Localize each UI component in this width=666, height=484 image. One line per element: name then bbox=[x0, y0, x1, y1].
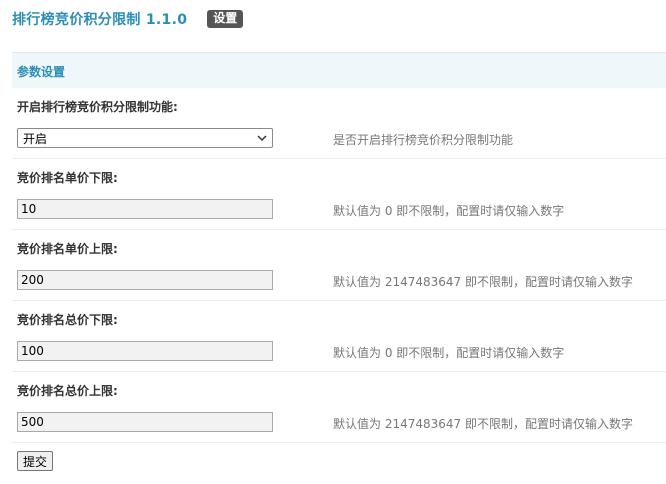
chevron-down-icon bbox=[257, 135, 267, 142]
unit-price-min-hint: 默认值为 0 即不限制，配置时请仅输入数字 bbox=[333, 204, 565, 218]
unit-price-max-label: 竞价排名单价上限: bbox=[17, 242, 118, 256]
unit-price-max-hint: 默认值为 2147483647 即不限制，配置时请仅输入数字 bbox=[333, 275, 633, 289]
enable-limit-select[interactable]: 开启 bbox=[17, 128, 273, 148]
row-divider bbox=[12, 158, 666, 159]
total-price-min-hint: 默认值为 0 即不限制，配置时请仅输入数字 bbox=[333, 346, 565, 360]
unit-price-max-input[interactable]: 200 bbox=[17, 270, 273, 290]
row-divider bbox=[12, 229, 666, 230]
page-header: 排行榜竞价积分限制 1.1.0 设置 bbox=[12, 8, 244, 30]
row-divider bbox=[12, 371, 666, 372]
unit-price-min-input[interactable]: 10 bbox=[17, 199, 273, 219]
total-price-min-input[interactable]: 100 bbox=[17, 341, 273, 361]
settings-tab[interactable]: 设置 bbox=[207, 10, 244, 28]
total-price-min-label: 竞价排名总价下限: bbox=[17, 313, 118, 327]
enable-limit-hint: 是否开启排行榜竞价积分限制功能 bbox=[333, 133, 514, 147]
row-divider bbox=[12, 300, 666, 301]
row-divider bbox=[12, 442, 666, 443]
enable-limit-label: 开启排行榜竞价积分限制功能: bbox=[17, 100, 178, 114]
plugin-title: 排行榜竞价积分限制 1.1.0 bbox=[12, 12, 188, 28]
total-price-max-hint: 默认值为 2147483647 即不限制，配置时请仅输入数字 bbox=[333, 417, 633, 431]
total-price-max-input[interactable]: 500 bbox=[17, 412, 273, 432]
total-price-max-label: 竞价排名总价上限: bbox=[17, 384, 118, 398]
enable-limit-select-value: 开启 bbox=[23, 131, 48, 146]
section-header: 参数设置 bbox=[12, 52, 666, 88]
submit-button[interactable]: 提交 bbox=[17, 451, 54, 471]
section-title: 参数设置 bbox=[17, 65, 66, 79]
unit-price-min-label: 竞价排名单价下限: bbox=[17, 171, 118, 185]
